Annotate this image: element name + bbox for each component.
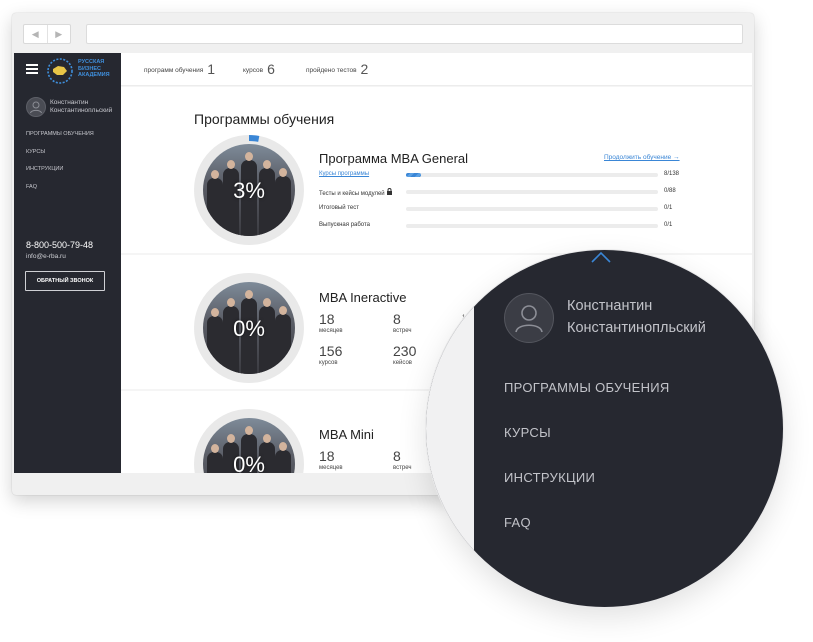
user-first-name: Констнантин [50, 99, 89, 106]
program-name[interactable]: MBA Ineractive [319, 290, 406, 305]
progress-bar-tests [406, 190, 658, 194]
user-first-name: Констнантин [567, 298, 653, 314]
callback-button[interactable]: ОБРАТНЫЙ ЗВОНОК [25, 271, 105, 291]
row-label-final-test: Итоговый тест [319, 205, 360, 211]
stat-label: месяцев [319, 465, 343, 471]
logo-line: АКАДЕМИЯ [78, 72, 110, 78]
program-photo: 3% [203, 144, 295, 236]
stat-label: месяцев [319, 328, 343, 334]
stat-value: 6 [267, 61, 275, 77]
stat-tests: пройдено тестов 2 [306, 61, 368, 77]
stat-value: 156 [319, 343, 343, 359]
row-value: 0/88 [664, 188, 676, 194]
phone-number[interactable]: 8-800-500-79-48 [26, 240, 93, 250]
logo-text: РУССКАЯ БИЗНЕС АКАДЕМИЯ [78, 59, 110, 79]
program-progress-ring[interactable]: 0% [194, 273, 304, 383]
menu-item-courses[interactable]: КУРСЫ [504, 425, 670, 470]
magnified-menu: ПРОГРАММЫ ОБУЧЕНИЯ КУРСЫ ИНСТРУКЦИИ FAQ [504, 380, 670, 560]
user-icon [515, 305, 543, 333]
stat-label: встреч [393, 465, 412, 471]
sidebar-item-courses[interactable]: КУРСЫ [26, 149, 94, 167]
progress-percent: 0% [233, 316, 265, 341]
progress-percent: 0% [233, 452, 265, 473]
row-label-tests: Тесты и кейсы модулей [319, 188, 393, 197]
forward-arrow-icon[interactable]: ▶ [46, 25, 71, 43]
stat-label: кейсов [393, 360, 412, 366]
row-label-thesis: Выпускная работа [319, 222, 371, 228]
program-progress-ring[interactable]: 3% [194, 135, 304, 245]
stat-value: 18 [319, 311, 335, 327]
program-photo: 0% [203, 282, 295, 374]
sidebar-item-instructions[interactable]: ИНСТРУКЦИИ [26, 166, 94, 184]
sidebar-item-programs[interactable]: ПРОГРАММЫ ОБУЧЕНИЯ [26, 131, 94, 149]
stat-value: 1 [207, 61, 216, 77]
row-value: 0/1 [664, 222, 673, 228]
progress-percent: 3% [233, 178, 265, 203]
stat-label: пройдено тестов [306, 67, 357, 74]
stat-courses: курсов 6 [243, 61, 275, 77]
address-bar[interactable] [86, 24, 743, 44]
menu-icon[interactable] [26, 64, 38, 74]
chevron-up-icon [591, 251, 611, 263]
stat-label: курсов [319, 360, 338, 366]
row-label-courses[interactable]: Курсы программы [319, 171, 369, 177]
program-name[interactable]: MBA Mini [319, 427, 374, 442]
stat-value: 2 [360, 61, 369, 77]
stats-bar: программ обучения 1 курсов 6 пройдено тест… [121, 53, 752, 86]
sidebar-user-name[interactable]: Констнантин Константинопльский [50, 99, 112, 115]
stat-value: 230 [393, 343, 417, 359]
program-name[interactable]: Программа MBA General [319, 151, 468, 166]
avatar[interactable] [26, 97, 46, 117]
progress-bar-courses [406, 173, 658, 177]
user-last-name: Константинопльский [567, 320, 706, 336]
menu-item-faq[interactable]: FAQ [504, 515, 670, 560]
user-last-name: Константинопльский [50, 107, 113, 114]
progress-bar-thesis [406, 224, 658, 228]
row-label-text: Тесты и кейсы модулей [319, 191, 385, 197]
menu-item-instructions[interactable]: ИНСТРУКЦИИ [504, 470, 670, 515]
academy-logo-icon [47, 58, 73, 84]
back-arrow-icon[interactable]: ◀ [24, 25, 47, 43]
stat-label: встреч [393, 328, 412, 334]
stat-value: 8 [393, 448, 401, 464]
stat-programs: программ обучения 1 [144, 61, 215, 77]
program-photo: 0% [203, 418, 295, 473]
magnifier-callout: Констнантин Константинопльский ПРОГРАММЫ… [426, 250, 783, 607]
continue-learning-link[interactable]: Продолжить обучение → [604, 154, 680, 161]
stat-label: программ обучения [144, 67, 204, 74]
avatar[interactable] [504, 293, 554, 343]
sidebar-item-faq[interactable]: FAQ [26, 184, 94, 202]
stat-value: 18 [319, 448, 335, 464]
page-title: Программы обучения [194, 111, 335, 127]
magnifier-content-edge [426, 250, 474, 607]
stat-label: курсов [243, 67, 264, 74]
user-name[interactable]: Констнантин Константинопльский [567, 295, 706, 339]
menu-item-programs[interactable]: ПРОГРАММЫ ОБУЧЕНИЯ [504, 380, 670, 425]
sidebar-menu: ПРОГРАММЫ ОБУЧЕНИЯ КУРСЫ ИНСТРУКЦИИ FAQ [26, 131, 94, 201]
email-link[interactable]: info@e-rba.ru [26, 253, 66, 260]
user-icon [30, 101, 42, 114]
browser-nav-buttons: ◀ ▶ [23, 24, 71, 44]
stat-value: 8 [393, 311, 401, 327]
sidebar: РУССКАЯ БИЗНЕС АКАДЕМИЯ Констнантин Конс… [14, 53, 121, 473]
row-value: 0/1 [664, 205, 673, 211]
progress-bar-final-test [406, 207, 658, 211]
lock-icon [387, 188, 393, 195]
row-value: 8/138 [664, 171, 680, 177]
